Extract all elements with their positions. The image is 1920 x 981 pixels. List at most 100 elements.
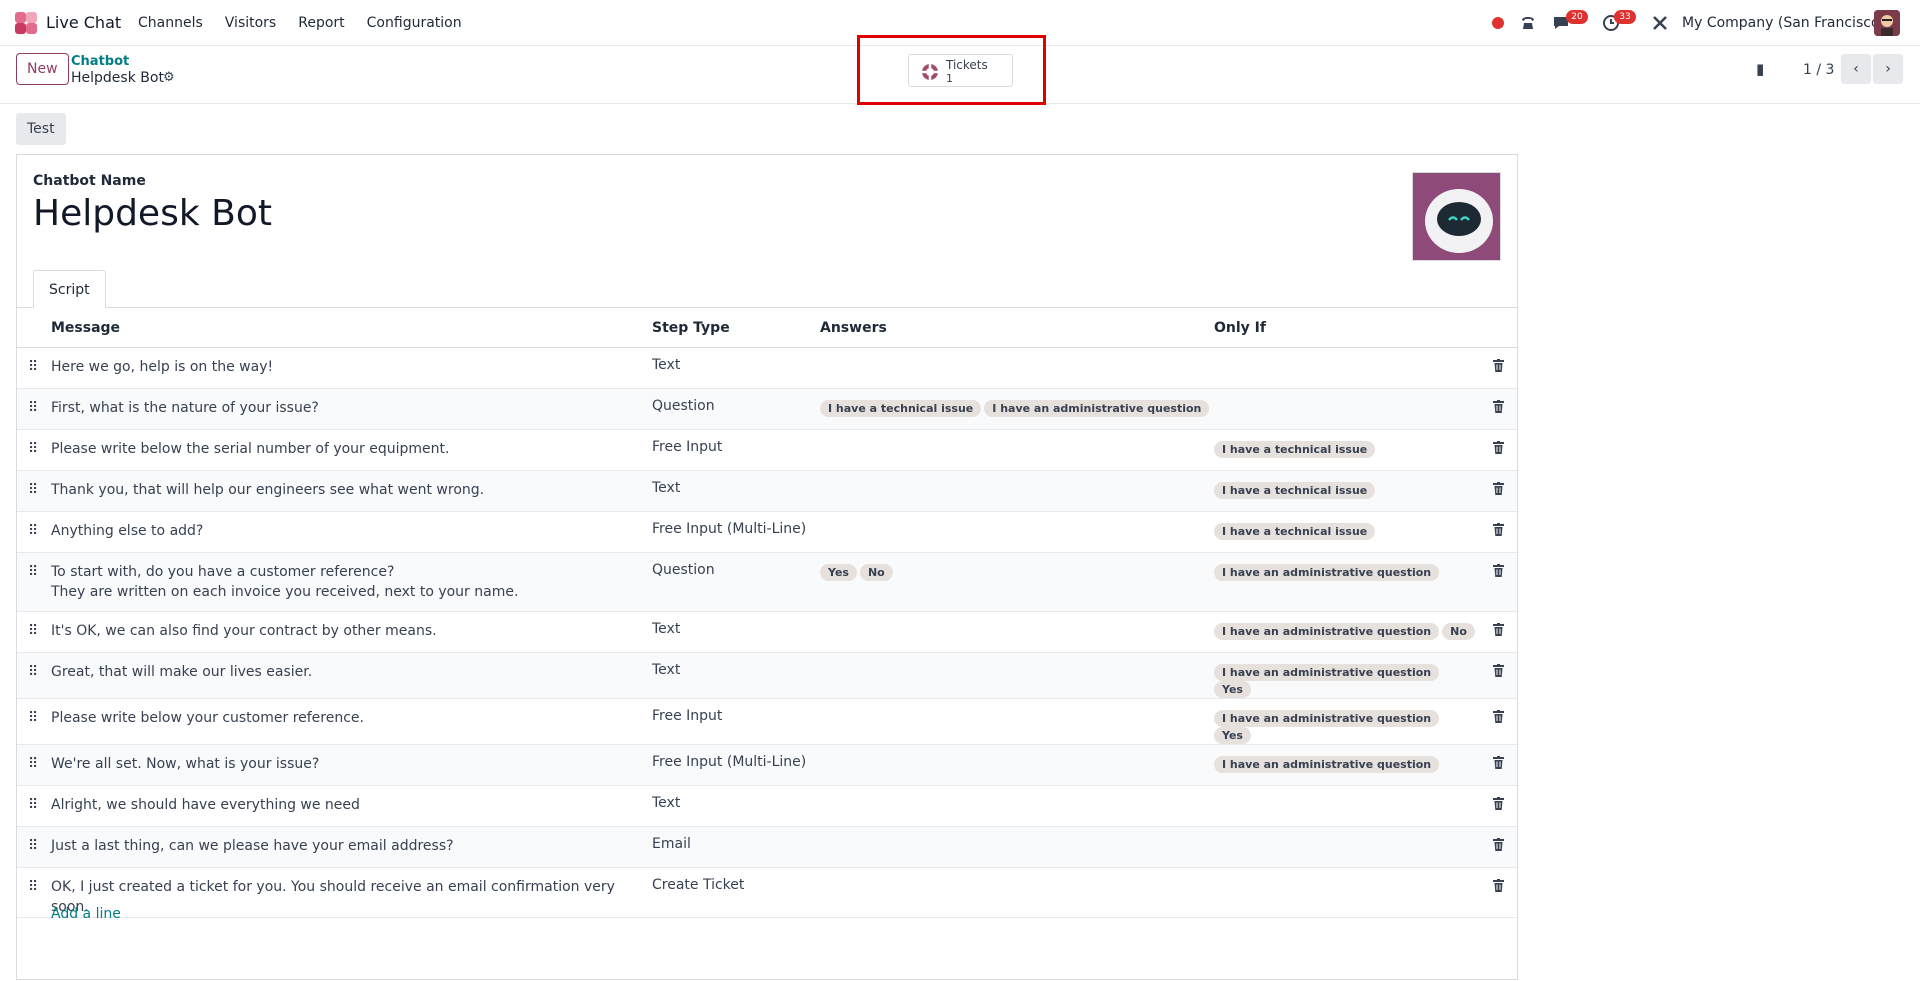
column-header-only-if[interactable]: Only If bbox=[1214, 309, 1479, 348]
table-row[interactable]: ⠿ We're all set. Now, what is your issue?… bbox=[17, 744, 1517, 786]
app-name[interactable]: Live Chat bbox=[46, 13, 121, 32]
message-cell[interactable]: Thank you, that will help our engineers … bbox=[51, 470, 652, 512]
only-if-tag[interactable]: I have a technical issue bbox=[1214, 522, 1376, 540]
step-type-cell[interactable]: Text bbox=[652, 470, 820, 512]
drag-handle-icon[interactable]: ⠿ bbox=[17, 552, 51, 612]
step-type-cell[interactable]: Create Ticket bbox=[652, 867, 820, 918]
column-header-step-type[interactable]: Step Type bbox=[652, 309, 820, 348]
only-if-cell[interactable]: I have an administrative question bbox=[1214, 744, 1479, 786]
trash-icon[interactable] bbox=[1479, 744, 1517, 786]
answer-tag[interactable]: I have a technical issue bbox=[820, 399, 982, 417]
step-type-cell[interactable]: Email bbox=[652, 826, 820, 868]
message-cell[interactable]: OK, I just created a ticket for you. You… bbox=[51, 867, 652, 918]
pager-value[interactable]: 1 / 3 bbox=[1803, 62, 1834, 78]
only-if-tag[interactable]: I have an administrative question bbox=[1214, 622, 1440, 640]
step-type-cell[interactable]: Free Input bbox=[652, 429, 820, 471]
pager-next-button[interactable]: › bbox=[1873, 54, 1903, 84]
table-row[interactable]: ⠿ Anything else to add? Free Input (Multi-… bbox=[17, 511, 1517, 553]
message-cell[interactable]: Please write below your customer referen… bbox=[51, 698, 652, 745]
column-header-message[interactable]: Message bbox=[51, 309, 652, 348]
trash-icon[interactable] bbox=[1479, 470, 1517, 512]
answers-cell[interactable] bbox=[820, 347, 1214, 389]
chatbot-image[interactable] bbox=[1412, 172, 1501, 261]
only-if-cell[interactable] bbox=[1214, 785, 1479, 827]
message-cell[interactable]: Alright, we should have everything we ne… bbox=[51, 785, 652, 827]
breadcrumb-parent[interactable]: Chatbot bbox=[71, 54, 129, 69]
only-if-cell[interactable] bbox=[1214, 347, 1479, 389]
trash-icon[interactable] bbox=[1479, 652, 1517, 699]
only-if-tag[interactable]: I have a technical issue bbox=[1214, 481, 1376, 499]
step-type-cell[interactable]: Text bbox=[652, 785, 820, 827]
bookmark-icon[interactable]: ▮ bbox=[1756, 60, 1764, 78]
trash-icon[interactable] bbox=[1479, 785, 1517, 827]
trash-icon[interactable] bbox=[1479, 611, 1517, 653]
only-if-tag[interactable]: I have an administrative question bbox=[1214, 755, 1440, 773]
only-if-tag[interactable]: I have an administrative question bbox=[1214, 709, 1440, 727]
drag-handle-icon[interactable]: ⠿ bbox=[17, 698, 51, 745]
drag-handle-icon[interactable]: ⠿ bbox=[17, 785, 51, 827]
table-row[interactable]: ⠿ Great, that will make our lives easier.… bbox=[17, 652, 1517, 699]
menu-item-report[interactable]: Report bbox=[298, 15, 344, 31]
only-if-tag[interactable]: I have a technical issue bbox=[1214, 440, 1376, 458]
step-type-cell[interactable]: Free Input bbox=[652, 698, 820, 745]
drag-handle-icon[interactable]: ⠿ bbox=[17, 611, 51, 653]
only-if-tag[interactable]: I have an administrative question bbox=[1214, 663, 1440, 681]
trash-icon[interactable] bbox=[1479, 552, 1517, 612]
gear-icon[interactable]: ⚙ bbox=[163, 70, 175, 85]
answers-cell[interactable] bbox=[820, 867, 1214, 918]
message-cell[interactable]: Great, that will make our lives easier. bbox=[51, 652, 652, 699]
step-type-cell[interactable]: Text bbox=[652, 347, 820, 389]
trash-icon[interactable] bbox=[1479, 511, 1517, 553]
tickets-smart-button[interactable]: Tickets 1 bbox=[908, 54, 1013, 87]
answers-cell[interactable]: I have a technical issue I have an admini… bbox=[820, 388, 1214, 430]
only-if-cell[interactable]: I have a technical issue bbox=[1214, 429, 1479, 471]
only-if-cell[interactable]: I have a technical issue bbox=[1214, 470, 1479, 512]
menu-item-visitors[interactable]: Visitors bbox=[225, 15, 276, 31]
answers-cell[interactable] bbox=[820, 429, 1214, 471]
menu-item-configuration[interactable]: Configuration bbox=[367, 15, 462, 31]
trash-icon[interactable] bbox=[1479, 826, 1517, 868]
drag-handle-icon[interactable]: ⠿ bbox=[17, 867, 51, 918]
drag-handle-icon[interactable]: ⠿ bbox=[17, 429, 51, 471]
drag-handle-icon[interactable]: ⠿ bbox=[17, 826, 51, 868]
only-if-cell[interactable] bbox=[1214, 388, 1479, 430]
answers-cell[interactable] bbox=[820, 744, 1214, 786]
table-row[interactable]: ⠿ First, what is the nature of your issue… bbox=[17, 388, 1517, 430]
step-type-cell[interactable]: Text bbox=[652, 611, 820, 653]
answers-cell[interactable] bbox=[820, 652, 1214, 699]
message-cell[interactable]: It's OK, we can also find your contract … bbox=[51, 611, 652, 653]
table-row[interactable]: ⠿ Alright, we should have everything we n… bbox=[17, 785, 1517, 827]
answers-cell[interactable] bbox=[820, 785, 1214, 827]
trash-icon[interactable] bbox=[1479, 347, 1517, 389]
answers-cell[interactable] bbox=[820, 826, 1214, 868]
table-row[interactable]: ⠿ Thank you, that will help our engineers… bbox=[17, 470, 1517, 512]
step-type-cell[interactable]: Free Input (Multi-Line) bbox=[652, 511, 820, 553]
message-cell[interactable]: We're all set. Now, what is your issue? bbox=[51, 744, 652, 786]
table-row[interactable]: ⠿ Please write below the serial number of… bbox=[17, 429, 1517, 471]
only-if-cell[interactable]: I have a technical issue bbox=[1214, 511, 1479, 553]
drag-handle-icon[interactable]: ⠿ bbox=[17, 744, 51, 786]
live-chat-app-icon[interactable] bbox=[14, 11, 38, 35]
chatbot-name-field[interactable]: Helpdesk Bot bbox=[33, 193, 272, 234]
only-if-cell[interactable]: I have an administrative questionYes bbox=[1214, 652, 1479, 699]
trash-icon[interactable] bbox=[1479, 388, 1517, 430]
message-cell[interactable]: Just a last thing, can we please have yo… bbox=[51, 826, 652, 868]
drag-handle-icon[interactable]: ⠿ bbox=[17, 511, 51, 553]
only-if-cell[interactable]: I have an administrative questionYes bbox=[1214, 698, 1479, 745]
only-if-tag[interactable]: Yes bbox=[1214, 726, 1251, 744]
drag-handle-icon[interactable]: ⠿ bbox=[17, 388, 51, 430]
company-switcher[interactable]: My Company (San Francisco) bbox=[1682, 15, 1885, 31]
only-if-cell[interactable]: I have an administrative question bbox=[1214, 552, 1479, 612]
status-dot-icon[interactable] bbox=[1492, 17, 1504, 29]
table-row[interactable]: ⠿ It's OK, we can also find your contract… bbox=[17, 611, 1517, 653]
answer-tag[interactable]: No bbox=[859, 563, 893, 581]
answers-cell[interactable] bbox=[820, 511, 1214, 553]
drag-handle-icon[interactable]: ⠿ bbox=[17, 470, 51, 512]
only-if-tag[interactable]: No bbox=[1442, 622, 1475, 640]
menu-item-channels[interactable]: Channels bbox=[138, 15, 203, 31]
message-cell[interactable]: Anything else to add? bbox=[51, 511, 652, 553]
step-type-cell[interactable]: Question bbox=[652, 388, 820, 430]
message-cell[interactable]: To start with, do you have a customer re… bbox=[51, 552, 652, 612]
trash-icon[interactable] bbox=[1479, 429, 1517, 471]
add-line-link[interactable]: Add a line bbox=[51, 906, 121, 922]
